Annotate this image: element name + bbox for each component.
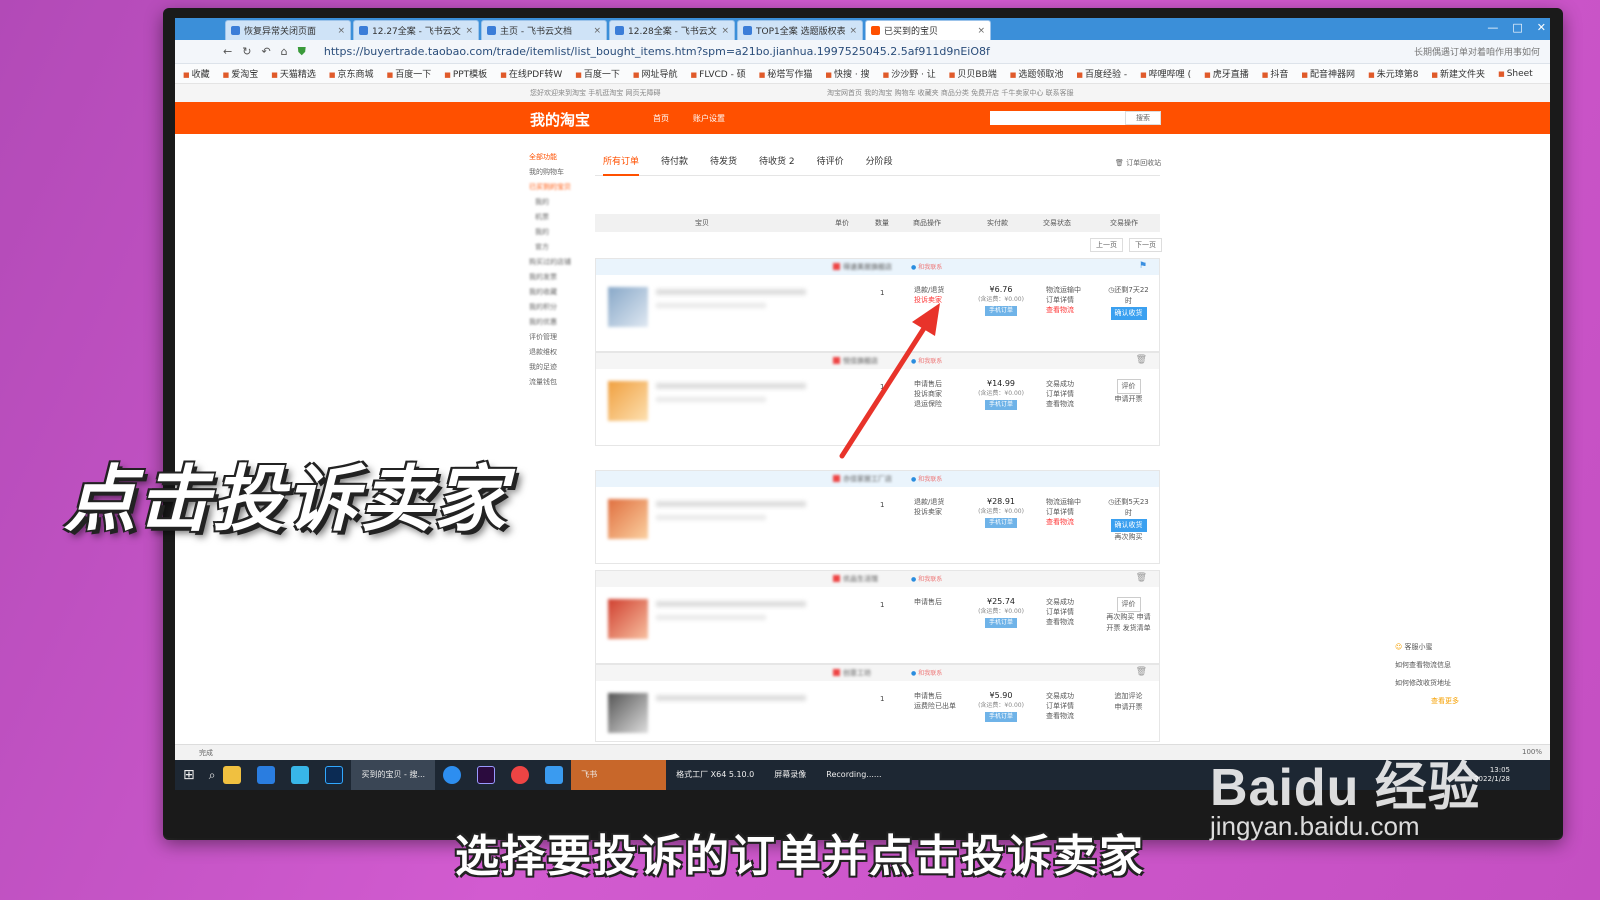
step-title-overlay: 点击投诉卖家 (64, 457, 509, 541)
baidu-jingyan-watermark: Baidu 经验 jingyan.baidu.com (1210, 745, 1481, 841)
watermark-logo: Baidu 经验 (1210, 759, 1481, 817)
watermark-url: jingyan.baidu.com (1210, 811, 1420, 841)
